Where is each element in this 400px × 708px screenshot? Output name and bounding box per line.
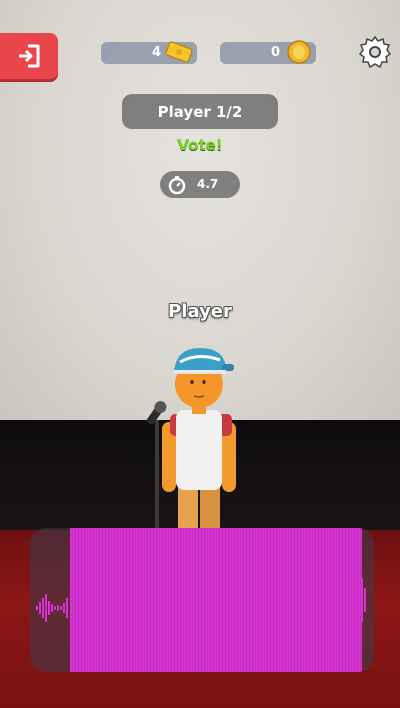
game-scene: 4 0 Player 1/2 Vote! 4.7 Player	[0, 0, 400, 708]
vote-prompt: Vote!	[177, 136, 223, 154]
player-character	[162, 348, 236, 540]
player-turn-label: Player 1/2	[122, 94, 278, 129]
coin-icon	[287, 40, 311, 64]
performer-name: Player	[168, 301, 232, 322]
ticket-counter: 4	[101, 41, 197, 64]
audio-waveform-panel	[30, 528, 374, 672]
ticket-icon	[165, 41, 193, 63]
timer-value: 4.7	[197, 177, 219, 191]
exit-button[interactable]	[0, 33, 58, 79]
exit-door-icon	[19, 44, 40, 68]
waveform-left-segment	[36, 594, 68, 622]
waveform-bars	[70, 528, 362, 672]
round-timer: 4.7	[160, 171, 240, 198]
stopwatch-icon	[168, 176, 186, 195]
ticket-count: 4	[151, 45, 161, 60]
coin-count: 0	[270, 45, 280, 60]
waveform-right-segment	[352, 548, 366, 652]
gear-icon[interactable]	[358, 35, 392, 69]
coin-counter: 0	[220, 40, 316, 64]
